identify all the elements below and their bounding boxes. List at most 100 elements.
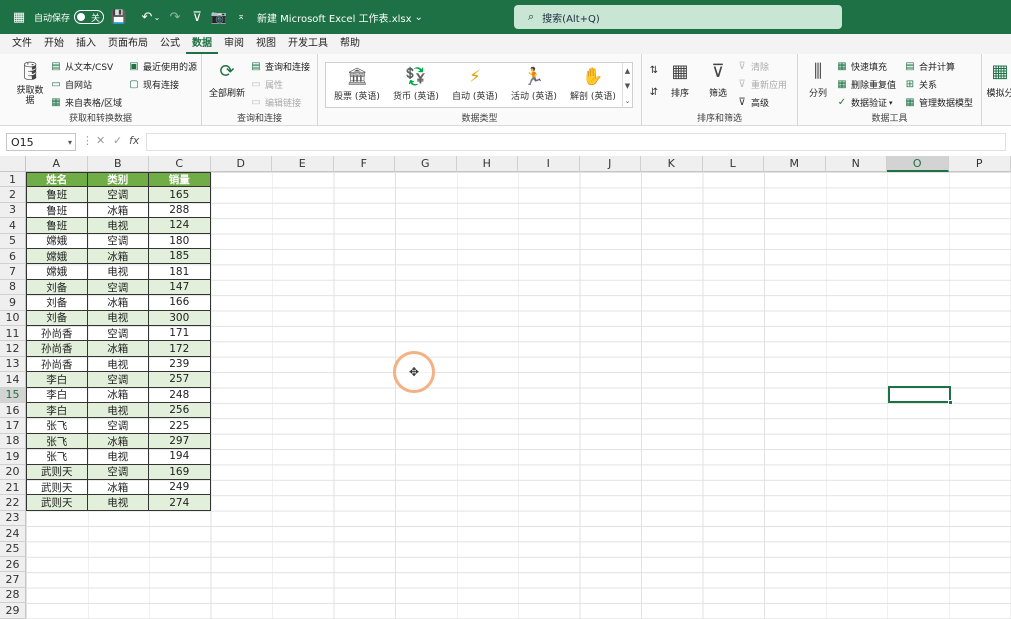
table-cell[interactable]: 124 [149,218,211,234]
table-cell[interactable]: 225 [149,418,211,434]
table-cell[interactable]: 刘备 [26,279,88,296]
customize-qat-icon[interactable]: ⌅ [230,0,252,34]
table-cell[interactable]: 孙尚香 [26,356,88,373]
table-cell[interactable]: 冰箱 [87,202,149,219]
from-web-button[interactable]: ▭ 自网站 [50,78,92,91]
column-header-o[interactable]: O [887,156,949,172]
table-cell[interactable]: 180 [149,233,211,249]
table-cell[interactable]: 孙尚香 [26,341,88,357]
table-cell[interactable]: 空调 [87,464,149,480]
table-cell[interactable]: 288 [149,202,211,219]
table-header-cell[interactable]: 销量 [149,172,211,188]
relationships-button[interactable]: ⊞ 关系 [904,78,937,91]
menu-tab-9[interactable]: 帮助 [334,34,366,54]
table-cell[interactable]: 电视 [87,403,149,419]
column-header-j[interactable]: J [579,156,641,172]
manage-data-model-button[interactable]: ▦ 管理数据模型 [904,96,973,109]
recent-sources-button[interactable]: ▣ 最近使用的源 [128,60,197,73]
queries-connections-button[interactable]: ▤ 查询和连接 [250,60,310,73]
row-header-15[interactable]: 15 [0,387,26,403]
save-icon[interactable]: 💾 [108,0,130,34]
table-cell[interactable]: 孙尚香 [26,326,88,342]
column-header-k[interactable]: K [641,156,703,172]
datatype-currency[interactable]: 💱 货币 (英语) [387,65,445,102]
table-cell[interactable]: 李白 [26,372,88,388]
row-header-14[interactable]: 14 [0,372,26,388]
properties-button[interactable]: ▭ 属性 [250,78,283,91]
flash-fill-button[interactable]: ▦ 快速填充 [836,60,887,73]
row-header-19[interactable]: 19 [0,449,26,465]
sort-ascending-button[interactable]: ⇅ [648,64,663,76]
gallery-down-icon[interactable]: ▼ [622,78,632,93]
row-header-17[interactable]: 17 [0,418,26,434]
insert-function-icon[interactable]: fx [129,134,139,147]
table-cell[interactable]: 166 [149,295,211,311]
filename-chevron-down-icon[interactable]: ⌄ [415,12,423,23]
sort-button[interactable]: ▦ 排序 [666,58,694,100]
row-header-24[interactable]: 24 [0,526,26,542]
table-cell[interactable]: 冰箱 [87,387,149,403]
table-cell[interactable]: 274 [149,495,211,511]
advanced-filter-button[interactable]: ⊽ 高级 [736,96,769,109]
row-header-13[interactable]: 13 [0,356,26,373]
table-cell[interactable]: 147 [149,279,211,296]
search-input[interactable]: ⌕ 搜索(Alt+Q) [514,5,842,29]
row-header-26[interactable]: 26 [0,557,26,573]
get-data-button[interactable]: 🛢 获取数据 [12,58,48,107]
table-cell[interactable]: 空调 [87,372,149,388]
table-cell[interactable]: 257 [149,372,211,388]
enter-icon[interactable]: ✓ [113,134,122,147]
row-header-27[interactable]: 27 [0,572,26,588]
row-header-10[interactable]: 10 [0,310,26,326]
table-cell[interactable]: 冰箱 [87,341,149,357]
table-cell[interactable]: 249 [149,480,211,496]
name-box-chevron-down-icon[interactable]: ▾ [68,138,72,147]
row-header-2[interactable]: 2 [0,187,26,203]
row-header-20[interactable]: 20 [0,464,26,480]
table-cell[interactable]: 300 [149,310,211,326]
autosave-toggle[interactable]: 关 [74,10,105,24]
datatype-auto[interactable]: ⚡ 自动 (英语) [446,65,504,102]
row-header-25[interactable]: 25 [0,541,26,557]
table-cell[interactable]: 空调 [87,279,149,296]
row-header-7[interactable]: 7 [0,264,26,280]
table-cell[interactable]: 297 [149,433,211,450]
table-cell[interactable]: 空调 [87,418,149,434]
row-header-6[interactable]: 6 [0,249,26,265]
row-header-28[interactable]: 28 [0,587,26,604]
table-cell[interactable]: 嫦娥 [26,249,88,265]
edit-links-button[interactable]: ▭ 编辑链接 [250,96,301,109]
table-cell[interactable]: 张飞 [26,433,88,450]
menu-tab-1[interactable]: 开始 [38,34,70,54]
table-cell[interactable]: 185 [149,249,211,265]
column-header-p[interactable]: P [948,156,1011,172]
row-header-1[interactable]: 1 [0,172,26,188]
menu-tab-4[interactable]: 公式 [154,34,186,54]
datatype-activity[interactable]: 🏃 活动 (英语) [505,65,563,102]
table-cell[interactable]: 武则天 [26,495,88,511]
row-header-23[interactable]: 23 [0,510,26,527]
row-header-29[interactable]: 29 [0,603,26,619]
table-cell[interactable]: 嫦娥 [26,264,88,280]
menu-tab-3[interactable]: 页面布局 [102,34,154,54]
column-header-f[interactable]: F [333,156,395,172]
menu-tab-6[interactable]: 审阅 [218,34,250,54]
datatype-stocks[interactable]: 🏛 股票 (英语) [328,65,386,102]
table-cell[interactable]: 冰箱 [87,480,149,496]
row-header-18[interactable]: 18 [0,433,26,450]
menu-tab-0[interactable]: 文件 [6,34,38,54]
row-header-9[interactable]: 9 [0,295,26,311]
table-cell[interactable]: 冰箱 [87,433,149,450]
undo-dropdown-icon[interactable]: ⌄ [152,0,162,34]
data-validation-button[interactable]: ✓ 数据验证 ▾ [836,96,893,109]
table-cell[interactable]: 电视 [87,264,149,280]
table-cell[interactable]: 嫦娥 [26,233,88,249]
redo-icon[interactable]: ↷ [164,0,186,34]
what-if-button[interactable]: ▦ 模拟分 [986,58,1011,100]
filter-button[interactable]: ⊽ 筛选 [704,58,732,100]
table-cell[interactable]: 李白 [26,403,88,419]
table-cell[interactable]: 电视 [87,495,149,511]
menu-tab-7[interactable]: 视图 [250,34,282,54]
table-cell[interactable]: 鲁班 [26,187,88,203]
menu-tab-5[interactable]: 数据 [186,34,218,54]
